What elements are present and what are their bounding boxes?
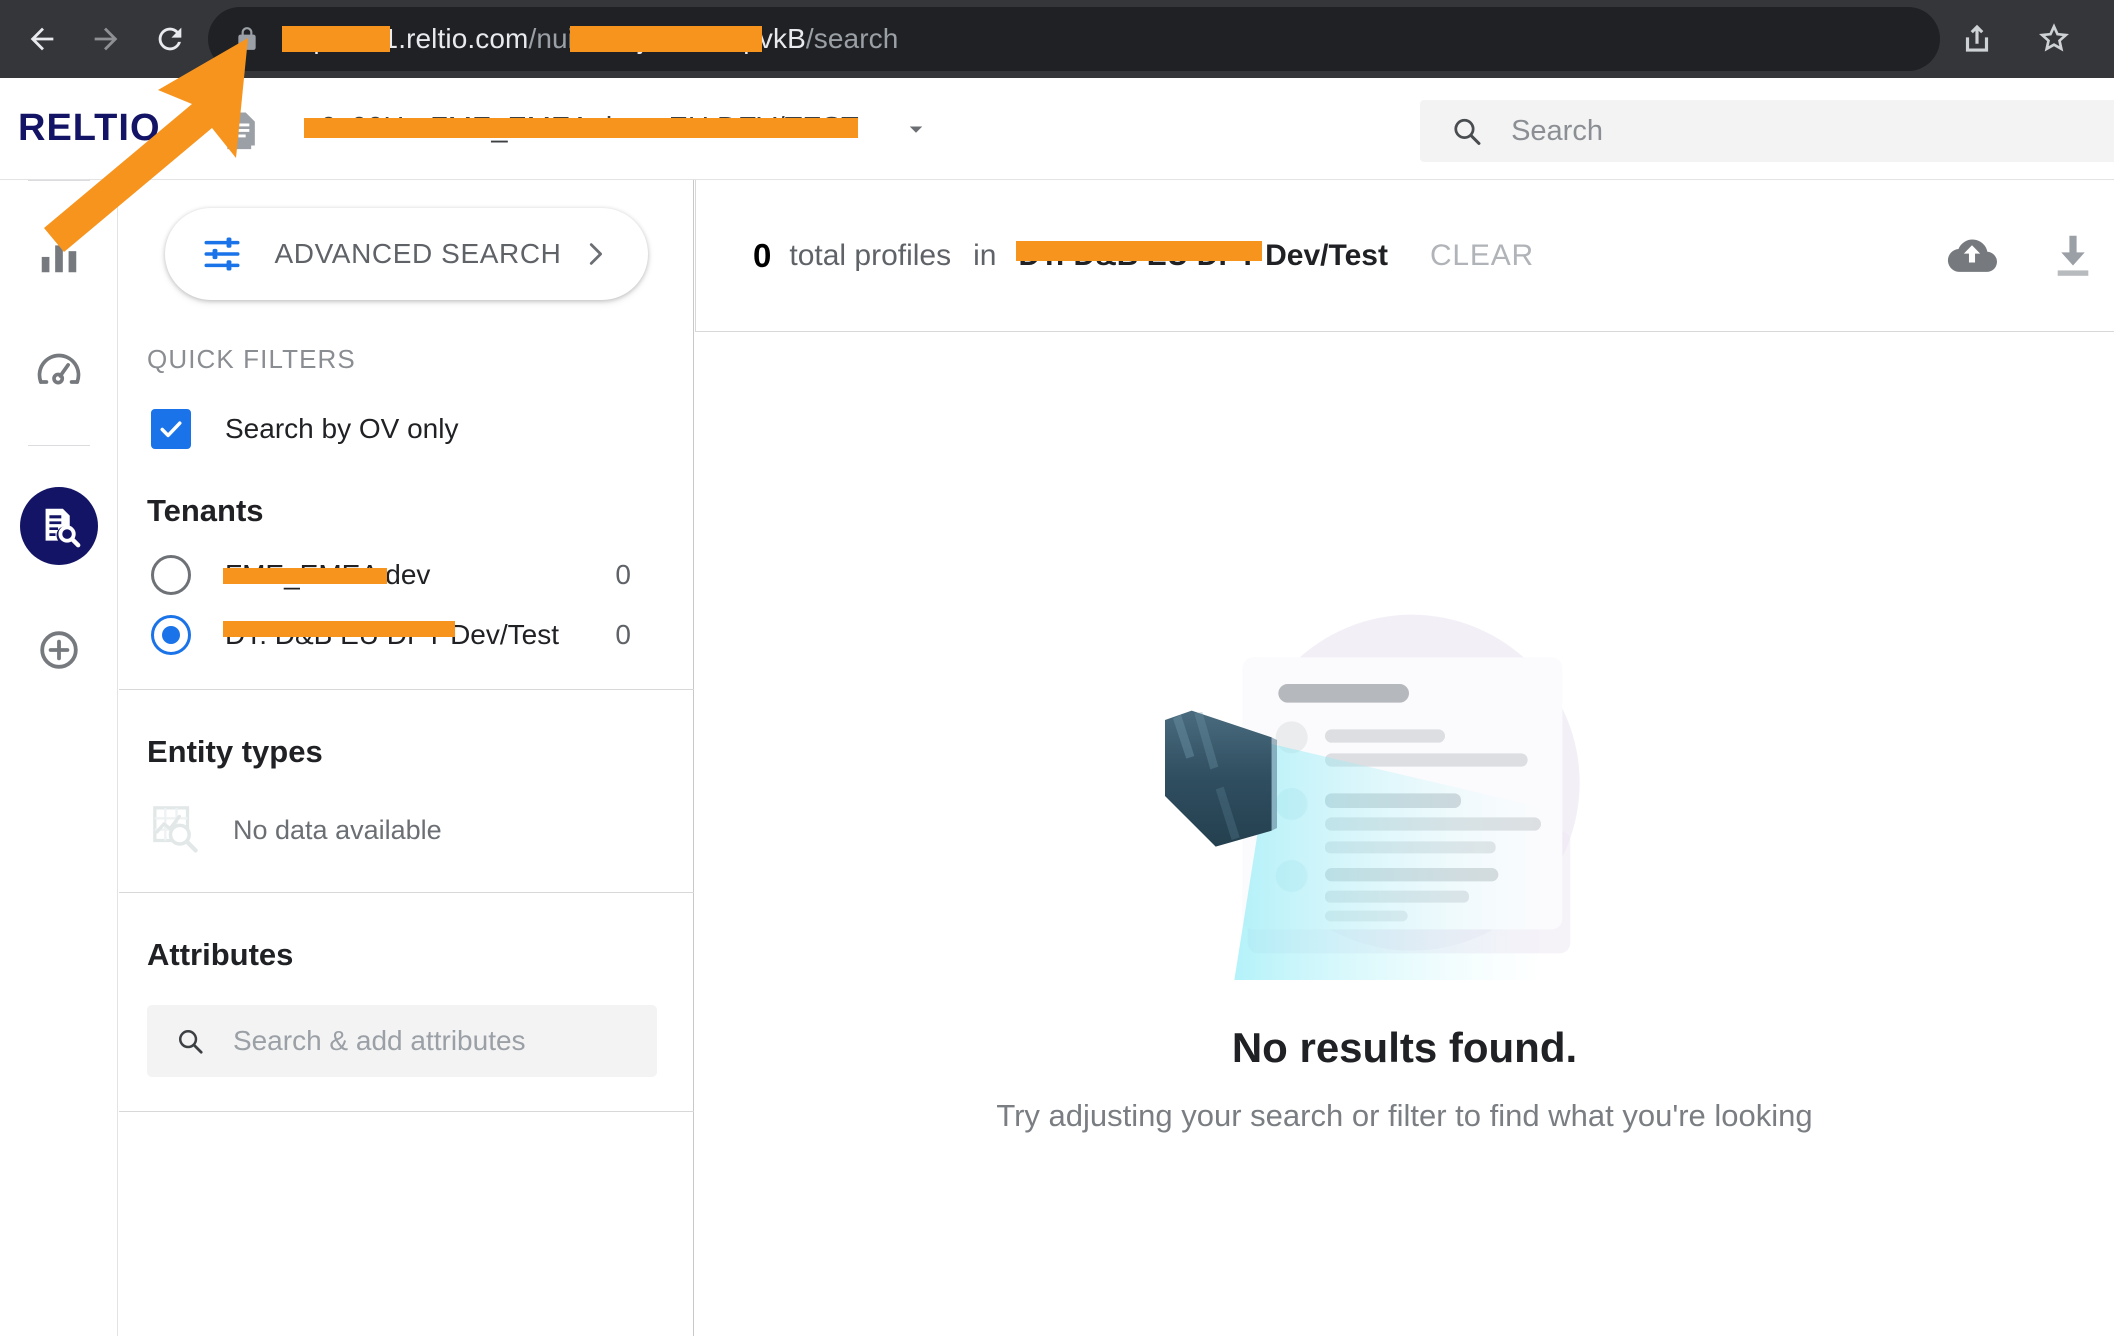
plus-circle-icon <box>39 631 78 669</box>
tenant-radio-1[interactable] <box>151 555 191 595</box>
search-icon <box>1454 118 1481 145</box>
search-icon <box>178 1030 203 1054</box>
gauge-icon <box>37 353 80 385</box>
filter-sliders-icon <box>204 237 239 271</box>
tenants-section: Tenants FME_EMEA dev 0 DT: D&B EU DPT De… <box>119 493 693 689</box>
global-search[interactable] <box>1420 100 2114 162</box>
reload-icon <box>158 27 182 51</box>
reltio-logo: RELTIO <box>18 107 161 149</box>
url-text: https://01.reltio.com/nui/rUIXj8v8cBUpvk… <box>282 23 898 55</box>
tenant-count-1: 0 <box>615 559 631 590</box>
results-actions <box>1944 228 2100 284</box>
advanced-search-button[interactable]: ADVANCED SEARCH <box>164 208 648 300</box>
tenant-label-1: FME_EMEA dev <box>223 559 615 591</box>
empty-state-title: No results found. <box>1231 1024 1578 1071</box>
tenant-selector-text: c0c00H - FME_EMEA dev - EU DEV/TEST <box>306 112 859 144</box>
browser-nav-buttons <box>0 7 202 71</box>
search-by-ov-checkbox[interactable] <box>151 409 191 449</box>
results-count-label: total profiles <box>789 238 952 272</box>
search-by-ov-row[interactable]: Search by OV only <box>151 409 693 449</box>
entity-types-title: Entity types <box>147 734 323 769</box>
entity-types-section: Entity types No data available <box>119 734 693 892</box>
browser-actions <box>1958 7 2074 71</box>
results-panel: 0 total profiles in DT: D&B EU DPT Dev/T… <box>695 180 2114 1336</box>
tenant-label-2: DT: D&B EU DPT Dev/Test <box>223 619 615 651</box>
quick-filters-title: QUICK FILTERS <box>147 344 356 374</box>
attributes-title: Attributes <box>147 937 294 972</box>
clear-button[interactable]: CLEAR <box>1430 239 1534 273</box>
url-path-2: /search <box>805 23 899 54</box>
global-search-input[interactable] <box>1511 114 2114 148</box>
back-button[interactable] <box>10 7 74 71</box>
checkmark-icon <box>160 421 182 438</box>
rail-divider-top <box>27 180 90 181</box>
tenant-label-1-text: FME_EMEA dev <box>225 559 431 590</box>
browser-toolbar: https://01.reltio.com/nui/rUIXj8v8cBUpvk… <box>0 0 2114 78</box>
results-tenant-name: DT: D&B EU DPT Dev/Test <box>1016 238 1388 273</box>
tenants-title: Tenants <box>147 493 264 528</box>
forward-button[interactable] <box>74 7 138 71</box>
tenant-option-row[interactable]: FME_EMEA dev 0 <box>151 555 631 595</box>
search-by-ov-label: Search by OV only <box>225 413 459 444</box>
flashlight-document-illustration <box>1164 614 1580 980</box>
facet-panel: ADVANCED SEARCH QUICK FILTERS Search by … <box>119 180 694 1336</box>
download-icon[interactable] <box>2046 229 2100 283</box>
sidebar-item-search[interactable] <box>19 486 99 566</box>
tenant-label-2-text: DT: D&B EU DPT Dev/Test <box>225 619 560 650</box>
empty-state: No results found. Try adjusting your sea… <box>695 580 2114 1134</box>
attributes-section: Attributes <box>119 937 693 1111</box>
sidebar-item-analytics[interactable] <box>19 215 99 295</box>
facet-divider-1 <box>119 689 694 690</box>
share-icon[interactable] <box>1958 20 1996 58</box>
url-id-redacted: UIXj8v8cBUpvkB <box>591 23 806 54</box>
tenant-radio-2[interactable] <box>151 615 191 655</box>
results-count: 0 <box>753 236 772 274</box>
chart-search-icon <box>153 806 198 853</box>
document-icon <box>227 112 255 149</box>
chevron-down-icon[interactable] <box>901 114 931 144</box>
attributes-search[interactable] <box>147 1005 657 1077</box>
advanced-search-label: ADVANCED SEARCH <box>274 238 562 269</box>
document-search-icon <box>45 508 80 548</box>
results-tenant-text: DT: D&B EU DPT Dev/Test <box>1018 238 1388 272</box>
url-prefix: https:// <box>282 23 367 54</box>
tenant-selector[interactable]: c0c00H - FME_EMEA dev - EU DEV/TEST <box>304 99 931 159</box>
results-in-label: in <box>973 238 997 272</box>
left-nav-rail <box>0 180 118 1336</box>
bar-chart-icon <box>41 245 76 273</box>
back-arrow-icon <box>30 27 54 51</box>
chevron-right-icon <box>589 243 602 265</box>
address-bar[interactable]: https://01.reltio.com/nui/rUIXj8v8cBUpvk… <box>208 7 1940 71</box>
forward-arrow-icon <box>94 27 118 51</box>
facet-divider-2 <box>119 892 694 893</box>
url-host-visible: 01 <box>366 23 399 54</box>
attributes-search-input[interactable] <box>232 1025 657 1057</box>
facet-divider-3 <box>119 1111 694 1112</box>
sidebar-item-dashboard[interactable] <box>19 329 99 409</box>
results-header: 0 total profiles in DT: D&B EU DPT Dev/T… <box>695 180 2114 332</box>
tenant-option-row[interactable]: DT: D&B EU DPT Dev/Test 0 <box>151 615 631 655</box>
cloud-upload-icon[interactable] <box>1944 228 2000 284</box>
lock-icon <box>238 27 256 50</box>
entity-types-empty: No data available <box>149 802 693 858</box>
sidebar-item-add[interactable] <box>19 610 99 690</box>
empty-state-subtitle: Try adjusting your search or filter to f… <box>996 1098 1813 1133</box>
sidebar-item-search-active-bg <box>19 487 98 565</box>
star-icon[interactable] <box>2034 19 2074 59</box>
tenant-count-2: 0 <box>615 619 631 650</box>
url-domain: .reltio.com <box>398 23 529 54</box>
reload-button[interactable] <box>138 7 202 71</box>
rail-divider-mid <box>27 445 90 446</box>
tenant-selector-label: c0c00H - FME_EMEA dev - EU DEV/TEST <box>304 112 859 145</box>
url-path-1: /nui/r <box>528 23 592 54</box>
entity-types-empty-label: No data available <box>233 814 442 845</box>
app-header: RELTIO c0c00H - FME_EMEA dev - EU DEV/TE… <box>0 78 2114 180</box>
